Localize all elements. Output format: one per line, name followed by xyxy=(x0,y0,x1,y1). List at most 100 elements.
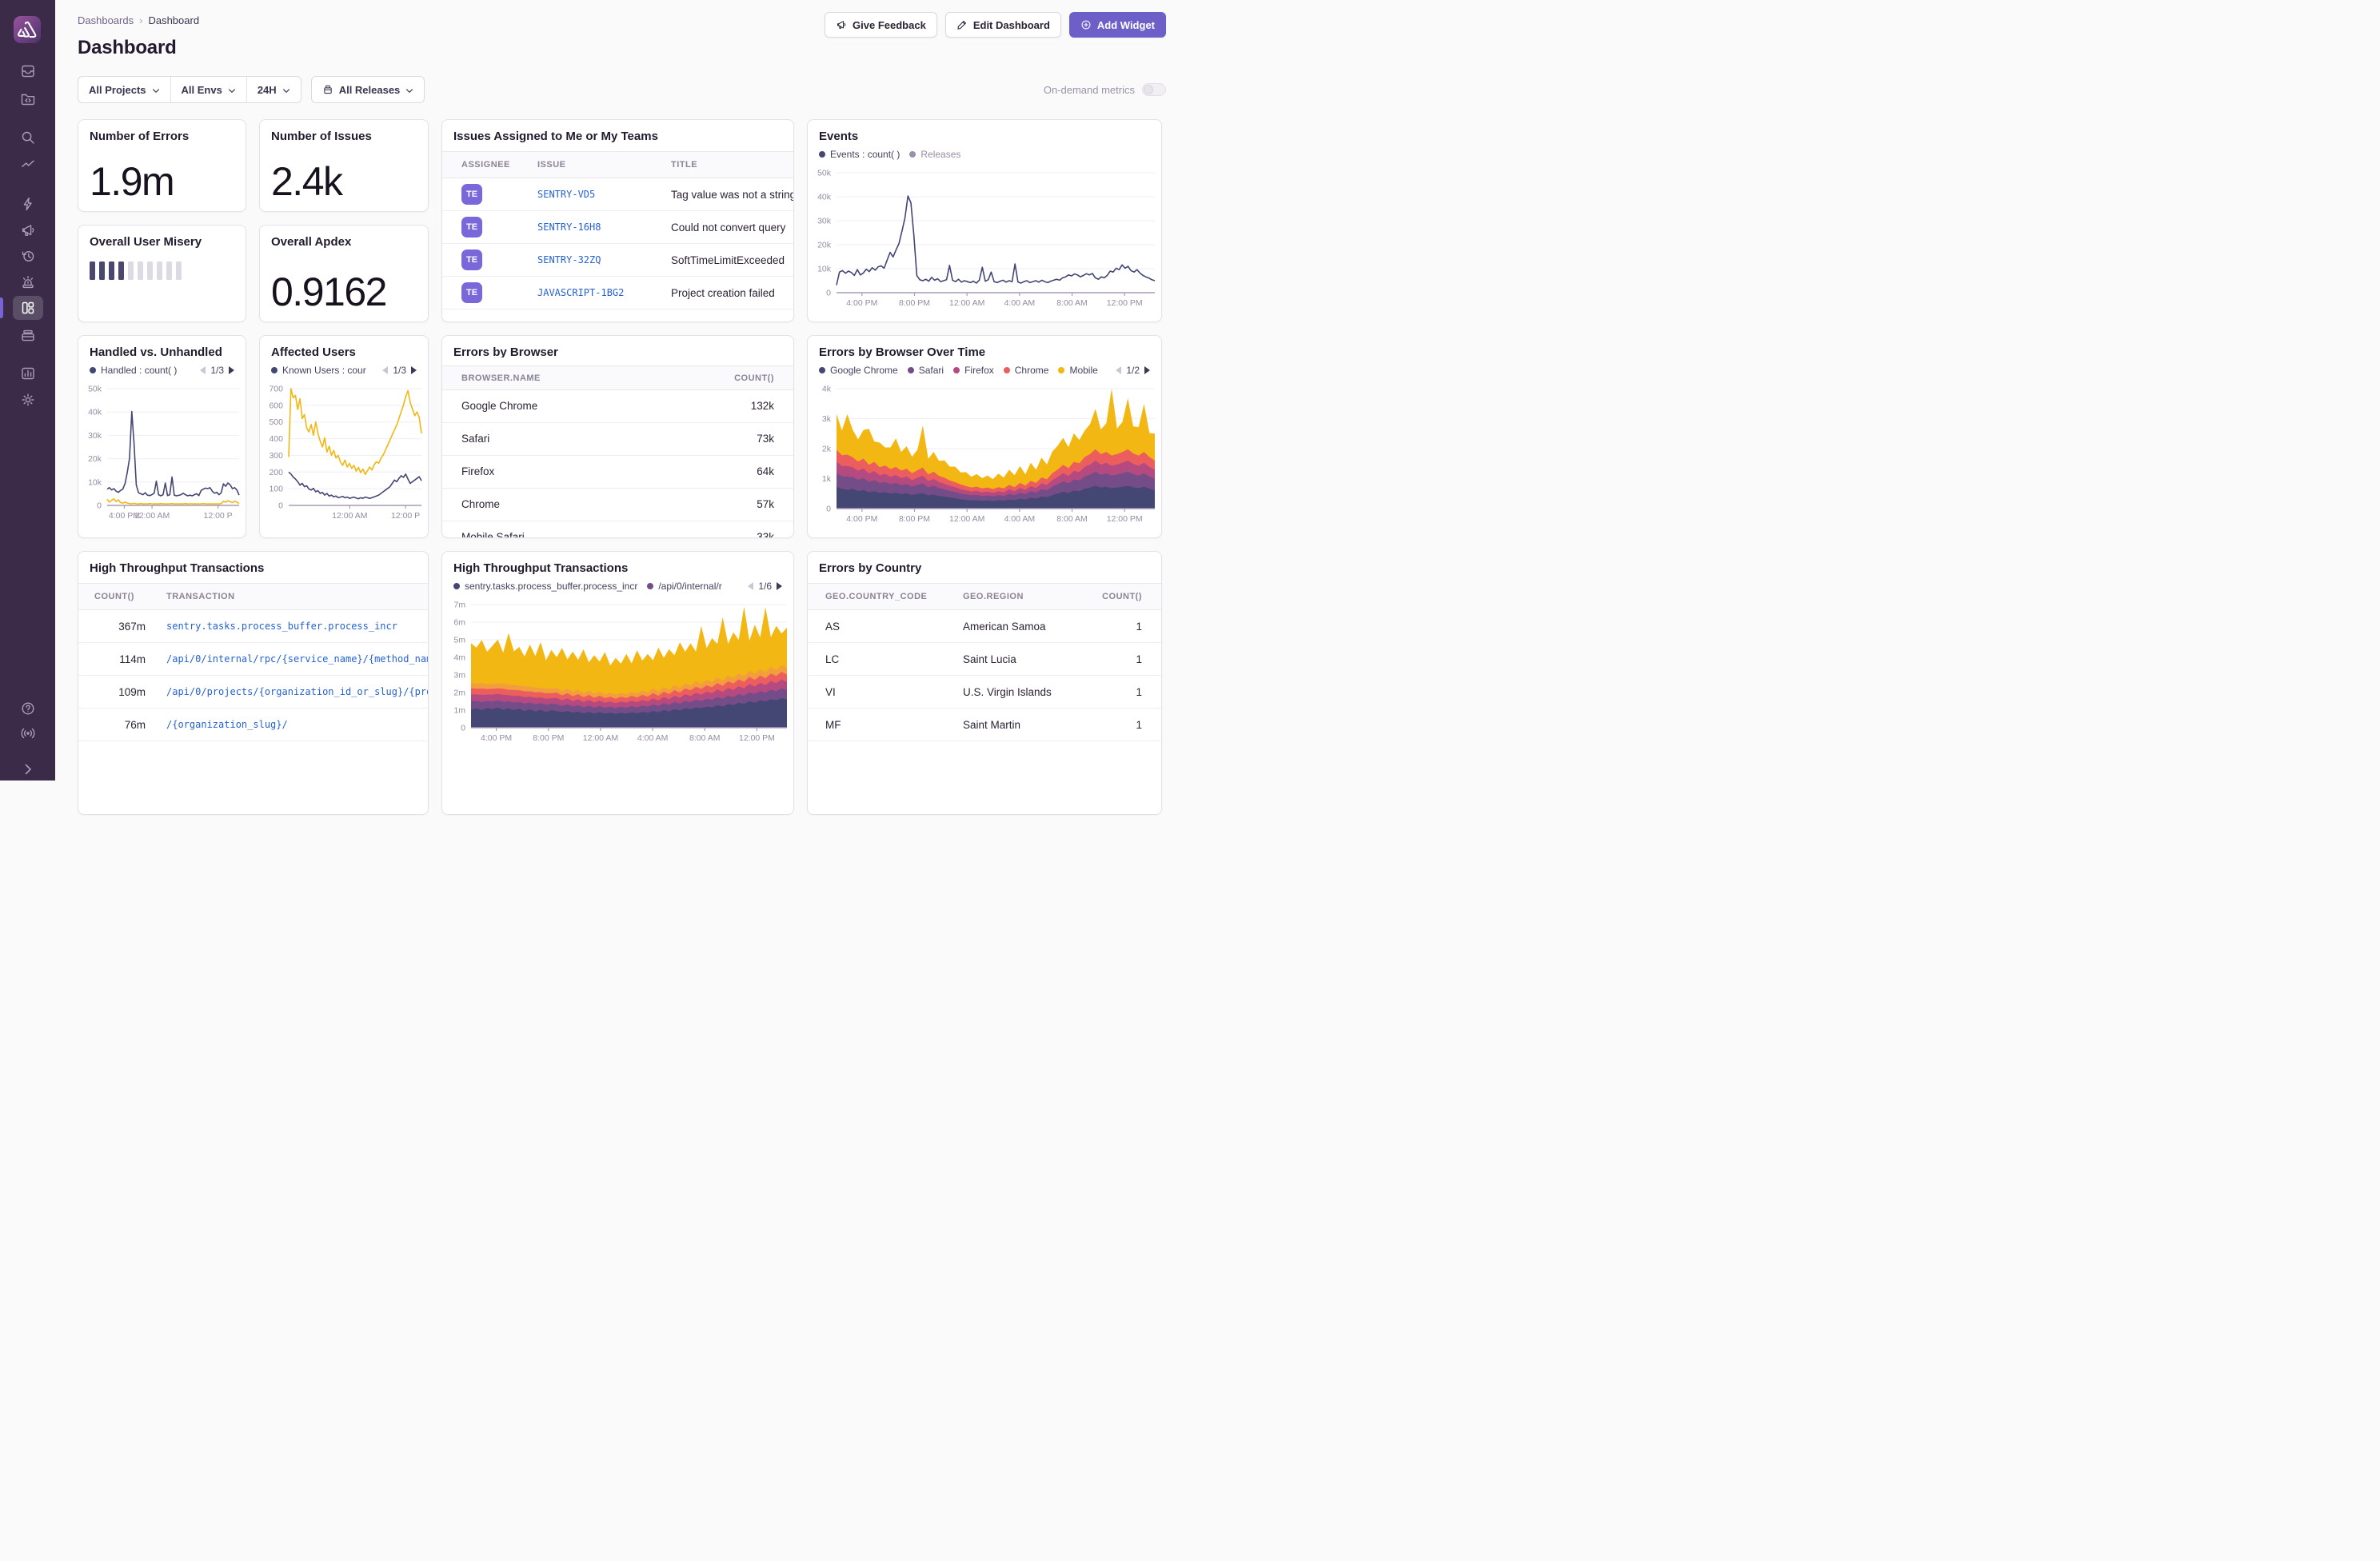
sentry-logo[interactable] xyxy=(14,16,41,43)
sidebar-item-stats[interactable] xyxy=(13,361,43,385)
table-row: 109m/api/0/projects/{organization_id_or_… xyxy=(78,676,428,709)
sidebar-item-traces[interactable] xyxy=(13,153,43,177)
sidebar-item-search[interactable] xyxy=(13,126,43,150)
issue-link[interactable]: SENTRY-32ZQ xyxy=(537,254,671,265)
widget-issues-assigned[interactable]: Issues Assigned to Me or My Teams ASSIGN… xyxy=(441,119,794,322)
widget-overall-apdex[interactable]: Overall Apdex 0.9162 xyxy=(259,225,429,322)
count-value: 64k xyxy=(702,465,774,477)
issue-link[interactable]: JAVASCRIPT-1BG2 xyxy=(537,287,671,298)
legend-item[interactable]: /api/0/internal/r xyxy=(647,581,721,592)
sidebar-item-stories[interactable] xyxy=(13,323,43,347)
issue-link[interactable]: SENTRY-16H8 xyxy=(537,222,671,233)
next-page-icon[interactable] xyxy=(229,366,234,374)
transaction-link[interactable]: /api/0/projects/{organization_id_or_slug… xyxy=(166,686,428,697)
issue-title: Could not convert query xyxy=(671,222,793,234)
app-root: Dashboards › Dashboard Dashboard Give Fe… xyxy=(0,0,1190,780)
svg-text:20k: 20k xyxy=(817,241,832,250)
country-table-body: ASAmerican Samoa1LCSaint Lucia1VIU.S. Vi… xyxy=(808,610,1161,741)
legend-item[interactable]: Events : count( ) xyxy=(819,149,900,160)
page-filter-group: All Projects All Envs 24H xyxy=(78,76,301,103)
widget-number-of-errors[interactable]: Number of Errors 1.9m xyxy=(78,119,246,212)
avatar: TE xyxy=(461,217,482,238)
issue-link[interactable]: SENTRY-VD5 xyxy=(537,189,671,200)
transaction-link[interactable]: /api/0/internal/rpc/{service_name}/{meth… xyxy=(166,653,428,665)
date-range-filter[interactable]: 24H xyxy=(246,77,301,102)
count-value: 132k xyxy=(702,400,774,412)
sidebar-item-issues[interactable] xyxy=(13,59,43,83)
transaction-link[interactable]: /{organization_slug}/ xyxy=(166,719,428,730)
widget-high-throughput-chart[interactable]: High Throughput Transactions sentry.task… xyxy=(441,551,794,815)
legend-item[interactable]: Known Users : cour xyxy=(271,365,366,376)
sidebar-item-explore[interactable] xyxy=(13,86,43,110)
widget-errors-by-browser-over-time[interactable]: Errors by Browser Over Time Google Chrom… xyxy=(807,335,1162,538)
breadcrumb-current: Dashboard xyxy=(148,14,199,26)
previous-page-icon[interactable] xyxy=(748,582,753,590)
sidebar-item-settings[interactable] xyxy=(13,388,43,412)
transaction-cell: sentry.tasks.process_buffer.process_incr xyxy=(166,621,428,632)
legend-item[interactable]: Mobile S xyxy=(1058,365,1100,376)
misery-bar xyxy=(166,261,172,280)
help-icon[interactable] xyxy=(13,697,43,721)
widget-handled-vs-unhandled[interactable]: Handled vs. Unhandled Handled : count( )… xyxy=(78,335,246,538)
misery-bar xyxy=(176,261,182,280)
sidebar-item-feedback[interactable] xyxy=(13,218,43,242)
previous-page-icon[interactable] xyxy=(382,366,388,374)
count-value: 109m xyxy=(94,686,146,698)
legend-label: Firefox xyxy=(964,365,994,376)
throughput-chart: 01m2m3m4m5m6m7m4:00 PM8:00 PM12:00 AM4:0… xyxy=(442,600,793,745)
country-code: VI xyxy=(825,686,963,698)
breadcrumb-dashboards[interactable]: Dashboards xyxy=(78,14,134,26)
count-value: 57k xyxy=(702,498,774,510)
next-page-icon[interactable] xyxy=(777,582,782,590)
legend-dot xyxy=(1058,367,1064,373)
browser-table-body: Google Chrome132kSafari73kFirefox64kChro… xyxy=(442,390,793,537)
previous-page-icon[interactable] xyxy=(200,366,206,374)
legend-item[interactable]: Handled : count( ) xyxy=(90,365,177,376)
environment-filter[interactable]: All Envs xyxy=(170,77,246,102)
widget-user-misery[interactable]: Overall User Misery xyxy=(78,225,246,322)
svg-text:200: 200 xyxy=(269,468,283,477)
sidebar-item-dashboards[interactable] xyxy=(13,296,43,320)
svg-text:0: 0 xyxy=(97,501,102,511)
sidebar-item-performance[interactable] xyxy=(13,192,43,216)
plus-circle-icon xyxy=(1080,19,1092,30)
broadcast-icon[interactable] xyxy=(13,721,43,745)
sidebar-item-alerts[interactable] xyxy=(13,270,43,294)
previous-page-icon[interactable] xyxy=(1116,366,1121,374)
widget-errors-by-country[interactable]: Errors by Country GEO.COUNTRY_CODE GEO.R… xyxy=(807,551,1162,815)
legend-item[interactable]: sentry.tasks.process_buffer.process_incr xyxy=(453,581,637,592)
legend-item[interactable]: Releases xyxy=(909,149,960,160)
give-feedback-button[interactable]: Give Feedback xyxy=(825,12,937,38)
legend-item[interactable]: Google Chrome xyxy=(819,365,898,376)
region-name: Saint Lucia xyxy=(963,653,1097,665)
legend-item[interactable]: Firefox xyxy=(953,365,994,376)
widget-errors-by-browser[interactable]: Errors by Browser BROWSER.NAME COUNT() G… xyxy=(441,335,794,538)
svg-text:8:00 PM: 8:00 PM xyxy=(899,298,930,308)
add-widget-button[interactable]: Add Widget xyxy=(1069,12,1166,38)
widget-high-throughput-table[interactable]: High Throughput Transactions COUNT() TRA… xyxy=(78,551,429,815)
transaction-cell: /{organization_slug}/ xyxy=(166,719,428,730)
collapse-sidebar-icon[interactable] xyxy=(13,757,43,781)
edit-dashboard-button[interactable]: Edit Dashboard xyxy=(945,12,1061,38)
sidebar-item-releases[interactable] xyxy=(13,244,43,268)
svg-text:6m: 6m xyxy=(453,618,465,628)
release-filter-label: All Releases xyxy=(339,84,401,96)
breadcrumb-separator: › xyxy=(139,14,142,26)
transaction-link[interactable]: sentry.tasks.process_buffer.process_incr xyxy=(166,621,428,632)
ondemand-metrics-toggle[interactable] xyxy=(1142,83,1166,96)
table-header: ASSIGNEE ISSUE TITLE xyxy=(442,151,793,178)
col-assignee: ASSIGNEE xyxy=(461,160,537,170)
legend-item[interactable]: Safari xyxy=(908,365,944,376)
next-page-icon[interactable] xyxy=(1144,366,1150,374)
widget-number-of-issues[interactable]: Number of Issues 2.4k xyxy=(259,119,429,212)
widget-events[interactable]: Events Events : count( )Releases 010k20k… xyxy=(807,119,1162,322)
chevron-down-icon xyxy=(405,84,413,96)
widget-affected-users[interactable]: Affected Users Known Users : cour1/3 010… xyxy=(259,335,429,538)
count-value: 73k xyxy=(702,433,774,445)
legend-item[interactable]: Chrome xyxy=(1004,365,1049,376)
project-filter[interactable]: All Projects xyxy=(78,77,170,102)
affected-users-chart: 010020030040050060070012:00 AM12:00 P xyxy=(260,384,428,523)
release-filter[interactable]: All Releases xyxy=(311,76,425,103)
next-page-icon[interactable] xyxy=(411,366,417,374)
widget-title: Overall User Misery xyxy=(78,235,246,249)
